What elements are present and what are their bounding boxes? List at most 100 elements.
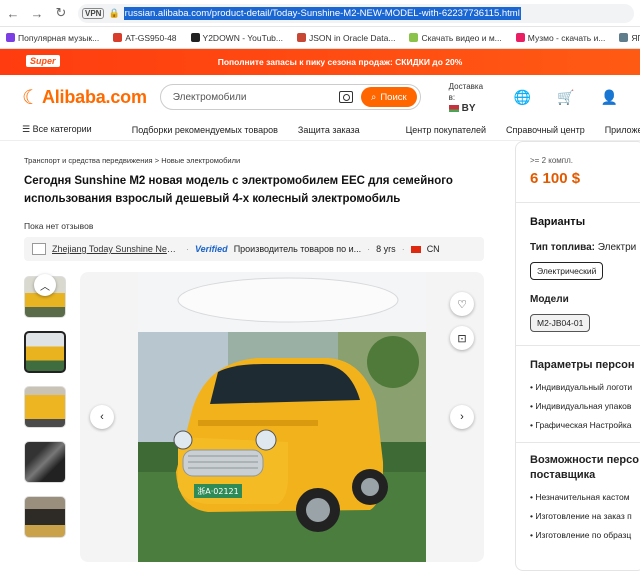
bookmark-label: ЯПлакаль xyxy=(631,32,640,43)
product-page: Транспорт и средства передвижения > Новы… xyxy=(0,141,640,571)
supplier-type: Производитель товаров по и... xyxy=(233,244,362,254)
deliver-to[interactable]: Доставка в: BY xyxy=(448,81,488,114)
bookmark-item[interactable]: Музмо - скачать и... xyxy=(515,32,606,43)
divider xyxy=(516,202,640,203)
logo-mark-icon: ☾ xyxy=(22,86,40,109)
bookmark-favicon-icon xyxy=(297,33,306,42)
capability-item: Изготовление на заказ п xyxy=(530,511,631,521)
lock-icon[interactable]: 🔒 xyxy=(108,8,119,19)
thumbnail[interactable] xyxy=(24,496,66,538)
bookmark-favicon-icon xyxy=(113,33,123,42)
back-icon[interactable]: ← xyxy=(6,6,20,21)
globe-icon[interactable]: 🌐 xyxy=(514,89,531,106)
user-icon[interactable]: 👤 xyxy=(601,89,618,106)
product-photo[interactable]: 浙A·02121 xyxy=(138,272,426,562)
reviews-status: Пока нет отзывов xyxy=(24,221,94,231)
search-icon: ⌕ xyxy=(371,91,377,103)
model-option[interactable]: M2-JB04-01 xyxy=(530,314,591,332)
search-bar: ⌕ Поиск xyxy=(159,84,421,110)
bookmark-item[interactable]: Скачать видео и м... xyxy=(409,33,502,43)
bookmark-item[interactable]: Популярная музык... xyxy=(6,33,99,43)
divider xyxy=(516,345,640,346)
supplier-country: CN xyxy=(426,244,440,254)
next-image-icon[interactable]: › xyxy=(450,405,474,429)
bookmark-item[interactable]: JSON in Oracle Data... xyxy=(297,33,395,43)
capability-item: Незначительная кастом xyxy=(530,492,630,502)
supplier-years: 8 yrs xyxy=(376,244,396,254)
param-item: Индивидуальный логоти xyxy=(530,382,632,392)
fuel-label: Тип топлива: xyxy=(530,242,596,253)
customization-params-title[interactable]: Параметры персон xyxy=(530,358,635,373)
breadcrumb-item[interactable]: Новые электромобили xyxy=(161,156,240,165)
promo-text[interactable]: Пополните запасы к пику сезона продаж: С… xyxy=(0,57,640,67)
bookmark-item[interactable]: ЯПлакаль xyxy=(619,33,640,43)
verified-badge[interactable]: Verified xyxy=(195,244,228,254)
alibaba-logo[interactable]: ☾ Alibaba.com xyxy=(22,85,160,110)
category-nav: ☰ Все категории Подборки рекомендуемых т… xyxy=(0,119,640,141)
belarus-flag-icon xyxy=(448,104,459,112)
bookmark-favicon-icon xyxy=(409,33,419,42)
thumbnail[interactable] xyxy=(24,441,66,483)
image-search-icon[interactable]: ⊡ xyxy=(450,326,474,350)
supplier-name[interactable]: Zhejiang Today Sunshine New Ener... xyxy=(52,244,180,254)
bookmark-item[interactable]: Y2DOWN - YouTub... xyxy=(190,32,283,43)
url-text[interactable]: russian.alibaba.com/product-detail/Today… xyxy=(123,6,521,20)
nav-featured[interactable]: Подборки рекомендуемых товаров xyxy=(132,125,278,135)
supplier-bar: Zhejiang Today Sunshine New Ener... · Ve… xyxy=(24,237,484,261)
fuel-option-electric[interactable]: Электрический xyxy=(530,262,604,280)
product-title: Сегодня Sunshine M2 новая модель с элект… xyxy=(24,175,453,205)
vpn-badge[interactable]: VPN xyxy=(82,7,105,19)
variants-title: Варианты xyxy=(530,216,586,228)
nav-app[interactable]: Приложение xyxy=(605,125,640,135)
china-flag-icon xyxy=(410,245,421,253)
bookmark-label: Y2DOWN - YouTub... xyxy=(202,32,283,43)
fuel-type-label: Тип топлива: Электри xyxy=(530,242,636,253)
models-label: Модели xyxy=(530,294,569,305)
prev-image-icon[interactable]: ‹ xyxy=(90,405,114,429)
breadcrumb: Транспорт и средства передвижения > Новы… xyxy=(24,156,240,165)
nav-buyer-center[interactable]: Центр покупателей xyxy=(406,125,486,135)
browser-toolbar: ← → ↻ VPN 🔒 russian.alibaba.com/product-… xyxy=(0,0,640,27)
cart-icon[interactable]: 🛒 xyxy=(557,89,574,106)
purchase-panel: >= 2 компл. 6 100 $ Варианты Тип топлива… xyxy=(515,141,640,571)
promo-banner[interactable]: Super Пополните запасы к пику сезона про… xyxy=(0,49,640,75)
supplier-logo xyxy=(32,243,46,255)
bookmark-favicon-icon xyxy=(619,33,629,42)
bookmark-item[interactable]: AT-GS950-48 xyxy=(113,32,177,43)
camera-icon[interactable] xyxy=(339,91,353,103)
price: 6 100 $ xyxy=(530,170,581,187)
divider xyxy=(516,442,640,443)
thumbnail-list xyxy=(24,276,68,551)
fuel-value: Электри xyxy=(597,242,637,253)
reload-icon[interactable]: ↻ xyxy=(54,5,68,20)
bookmark-label: AT-GS950-48 xyxy=(125,32,177,43)
address-bar[interactable]: VPN 🔒 russian.alibaba.com/product-detail… xyxy=(78,3,634,23)
param-item: Индивидуальная упаков xyxy=(530,401,631,411)
nav-all-categories[interactable]: ☰ Все категории xyxy=(22,124,112,135)
thumbnail-selected[interactable] xyxy=(24,331,66,373)
separator: · xyxy=(367,244,371,254)
forward-icon[interactable]: → xyxy=(30,6,44,21)
thumbnail[interactable] xyxy=(24,386,66,428)
search-input[interactable] xyxy=(172,91,339,103)
separator: · xyxy=(186,244,189,254)
logo-text: Alibaba.com xyxy=(41,86,147,107)
car-image: 浙A·02121 xyxy=(138,272,426,562)
param-item: Графическая Настройка xyxy=(530,420,631,430)
nav-help-center[interactable]: Справочный центр xyxy=(506,125,585,135)
site-header: ☾ Alibaba.com ⌕ Поиск Доставка в: BY 🌐 🛒… xyxy=(0,75,640,119)
bookmark-favicon-icon xyxy=(190,33,200,42)
nav-label: Все категории xyxy=(32,124,92,134)
nav-order-protection[interactable]: Защита заказа xyxy=(298,125,360,135)
license-plate: 浙A·02121 xyxy=(197,486,238,496)
supplier-capabilities-title[interactable]: Возможности персо xyxy=(530,453,639,468)
min-order: >= 2 компл. xyxy=(530,156,573,165)
bookmark-favicon-icon xyxy=(6,33,15,42)
deliver-label: Доставка в: xyxy=(448,81,484,102)
favorite-heart-icon[interactable]: ♡ xyxy=(450,292,474,316)
bookmark-label: Музмо - скачать и... xyxy=(527,32,606,43)
bookmark-label: Популярная музык... xyxy=(18,32,100,43)
thumbs-up-arrow-icon[interactable]: ︿ xyxy=(34,274,56,296)
breadcrumb-item[interactable]: Транспорт и средства передвижения xyxy=(24,156,153,165)
search-button[interactable]: ⌕ Поиск xyxy=(361,87,417,107)
